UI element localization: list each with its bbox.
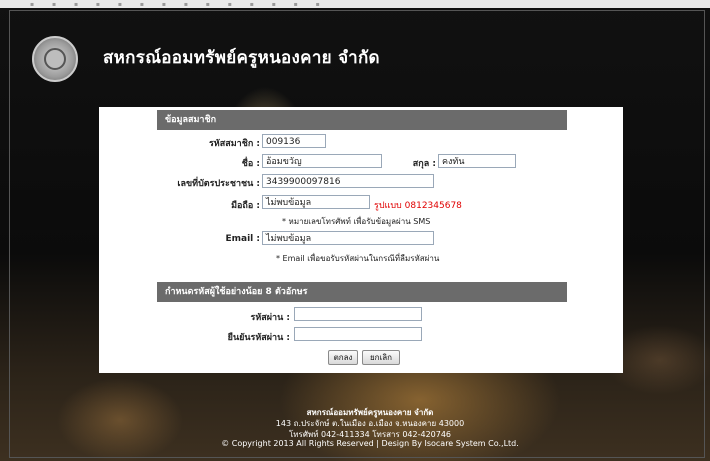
firstname-label: ชื่อ : [241,159,260,169]
password-section-heading: กำหนดรหัสผู้ใช้อย่างน้อย 8 ตัวอักษร [157,282,567,302]
email-label: Email : [225,234,260,244]
lastname-label: สกุล : [412,159,436,169]
confirm-password-field[interactable] [294,327,422,341]
password-label: รหัสผ่าน : [250,313,290,323]
ok-button[interactable]: ตกลง [328,350,358,365]
firstname-field[interactable]: อ้อมขวัญ [262,154,382,168]
lastname-field[interactable]: คงทัน [438,154,516,168]
email-field[interactable]: ไม่พบข้อมูล [262,231,434,245]
email-note: * Email เพื่อขอรับรหัสผ่านในกรณีที่ลืมรห… [276,254,440,263]
page-title: สหกรณ์ออมทรัพย์ครูหนองคาย จำกัด [103,48,380,68]
confirm-password-label: ยืนยันรหัสผ่าน : [227,333,290,343]
browser-toolbar-strip: ▪ ▪ ▪ ▪ ▪ ▪ ▪ ▪ ▪ ▪ ▪ ▪ ▪ ▪ [0,0,710,8]
cooperative-logo-icon [32,36,78,82]
password-field[interactable] [294,307,422,321]
mobile-format-hint: รูปแบบ 0812345678 [374,201,462,211]
member-id-label: รหัสสมาชิก : [208,139,260,149]
citizen-id-field[interactable]: 3439900097816 [262,174,434,188]
member-section-heading: ข้อมูลสมาชิก [157,110,567,130]
mobile-note: * หมายเลขโทรศัพท์ เพื่อรับข้อมูลผ่าน SMS [282,217,431,226]
mobile-label: มือถือ : [231,201,260,211]
cancel-button[interactable]: ยกเลิก [362,350,400,365]
mobile-field[interactable]: ไม่พบข้อมูล [262,195,370,209]
footer-copyright: © Copyright 2013 All Rights Reserved | D… [221,439,519,448]
citizen-id-label: เลขที่บัตรประชาชน : [177,179,260,189]
member-id-field[interactable]: 009136 [262,134,326,148]
